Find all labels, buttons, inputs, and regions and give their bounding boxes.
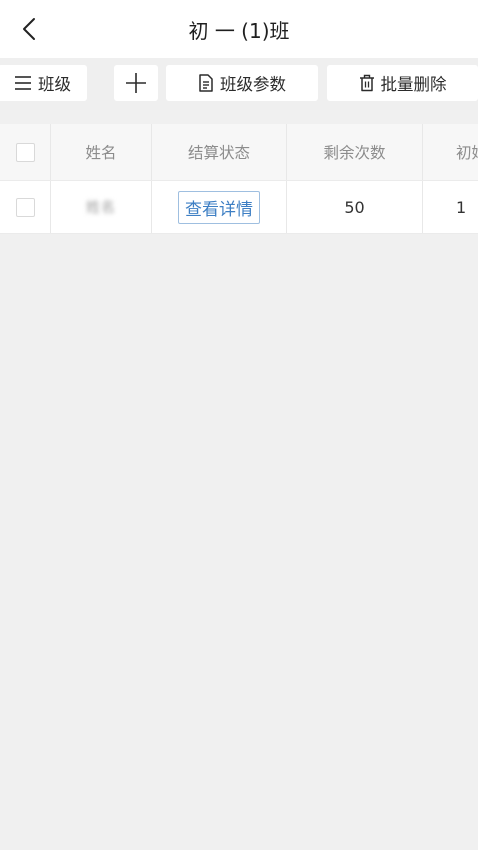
batch-delete-button[interactable]: 批量删除 [327, 65, 478, 101]
table-row: 姓名 查看详情 50 1 [0, 180, 478, 234]
app-screen: 初 一 (1)班 班级 班级参数 批量删除 姓名 结算状态 剩余次数 初 姓名 … [0, 0, 478, 850]
top-nav-bar: 初 一 (1)班 [0, 0, 478, 58]
column-header-status: 结算状态 [152, 124, 287, 180]
class-menu-label: 班级 [38, 75, 71, 94]
batch-delete-label: 批量删除 [380, 75, 447, 94]
initial-count-cell: 1 [456, 197, 467, 217]
column-header-initial: 初始 [456, 144, 478, 162]
select-all-checkbox[interactable] [15, 142, 35, 162]
add-button[interactable] [114, 65, 158, 101]
view-details-button[interactable]: 查看详情 [178, 190, 260, 224]
page-title: 初 一 (1)班 [188, 18, 290, 43]
row-select-cell [0, 181, 51, 233]
student-name-blurred: 姓名 [86, 200, 116, 216]
document-icon [199, 74, 213, 92]
toolbar: 班级 班级参数 批量删除 [0, 58, 478, 110]
chevron-left-icon [23, 18, 35, 40]
row-checkbox[interactable] [15, 197, 35, 217]
column-header-name: 姓名 [51, 124, 152, 180]
column-header-remaining: 剩余次数 [287, 124, 423, 180]
header-select-cell [0, 124, 51, 180]
status-cell: 查看详情 [152, 181, 287, 233]
class-menu-button[interactable]: 班级 [0, 65, 87, 101]
class-params-button[interactable]: 班级参数 [166, 65, 318, 101]
menu-icon [15, 76, 31, 90]
remaining-count-cell: 50 [287, 181, 423, 233]
class-params-label: 班级参数 [220, 75, 286, 94]
student-name-cell: 姓名 [51, 181, 152, 233]
table-header-row: 姓名 结算状态 剩余次数 初始 [0, 124, 478, 180]
student-table: 姓名 结算状态 剩余次数 初始 姓名 查看详情 50 1 [0, 124, 478, 234]
back-button[interactable] [14, 14, 44, 44]
plus-icon [126, 73, 146, 93]
trash-icon [359, 74, 374, 92]
